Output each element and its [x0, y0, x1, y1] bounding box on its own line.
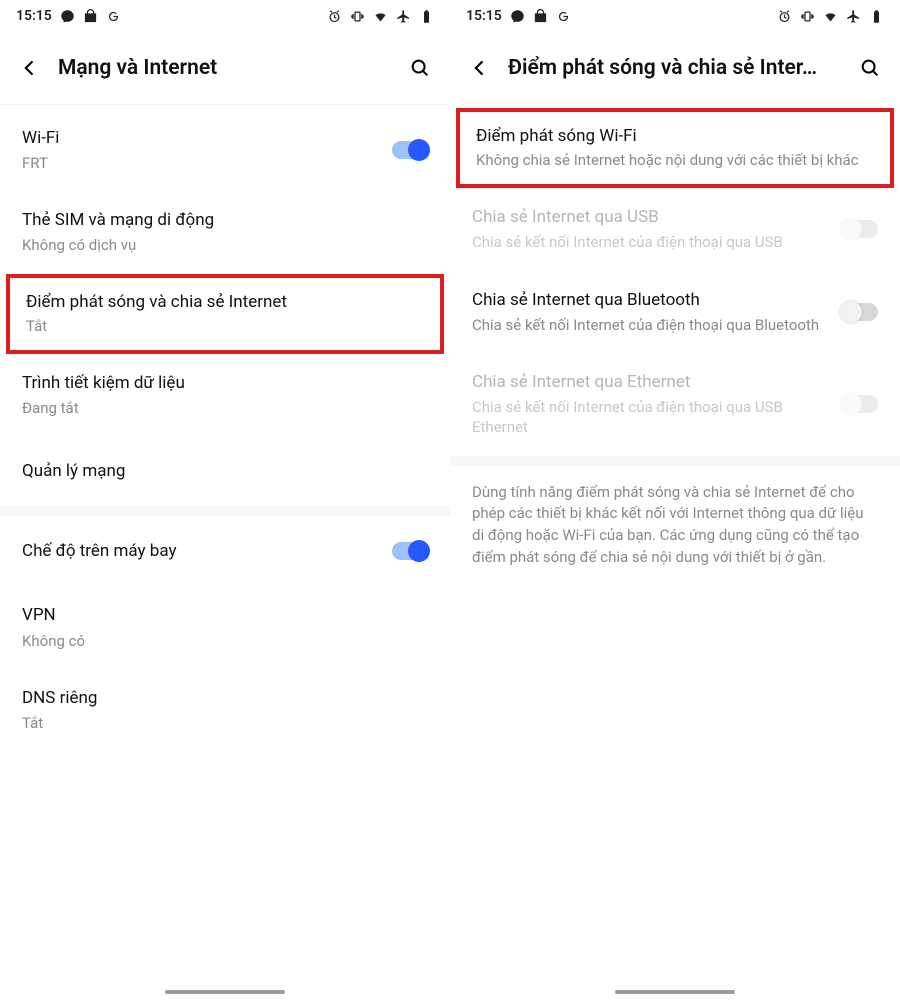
item-subtitle: Đang tắt — [22, 398, 428, 418]
item-subtitle: Chia sẻ kết nối Internet của điện thoại … — [472, 397, 878, 438]
status-time: 15:15 — [16, 8, 52, 24]
page-title: Điểm phát sóng và chia sẻ Inter… — [508, 56, 838, 80]
battery-icon — [419, 9, 434, 24]
network-management-item[interactable]: Quản lý mạng — [0, 436, 450, 506]
wifi-hotspot-item-highlighted[interactable]: Điểm phát sóng Wi-Fi Không chia sẻ Inter… — [456, 108, 894, 188]
item-subtitle: Không có — [22, 631, 428, 651]
hotspot-tethering-panel: 15:15 Điểm phát sóng và chia sẻ Inter… Đ… — [450, 0, 900, 1000]
battery-icon — [869, 9, 884, 24]
wifi-icon — [373, 9, 388, 24]
airplane-item[interactable]: Chế độ trên máy bay — [0, 516, 450, 586]
airplane-icon — [396, 9, 411, 24]
back-button[interactable] — [16, 54, 44, 82]
vibrate-icon — [350, 9, 365, 24]
item-subtitle: FRT — [22, 153, 428, 173]
hotspot-item-highlighted[interactable]: Điểm phát sóng và chia sẻ Internet Tắt — [6, 274, 444, 354]
item-title: Chia sẻ Internet qua USB — [472, 206, 878, 228]
status-time: 15:15 — [466, 8, 502, 24]
item-title: Wi-Fi — [22, 127, 428, 149]
usb-tethering-item: Chia sẻ Internet qua USB Chia sẻ kết nối… — [450, 188, 900, 270]
messenger-icon — [60, 9, 75, 24]
sim-item[interactable]: Thẻ SIM và mạng di động Không có dịch vụ — [0, 191, 450, 273]
item-subtitle: Tắt — [22, 713, 428, 733]
usb-tethering-toggle — [842, 220, 878, 238]
item-title: Chia sẻ Internet qua Ethernet — [472, 371, 878, 393]
g-icon — [106, 9, 121, 24]
airplane-icon — [846, 9, 861, 24]
item-title: Điểm phát sóng và chia sẻ Internet — [26, 292, 424, 312]
item-subtitle: Chia sẻ kết nối Internet của điện thoại … — [472, 315, 878, 335]
bluetooth-tethering-toggle[interactable] — [842, 303, 878, 321]
status-bar: 15:15 — [450, 0, 900, 32]
wifi-toggle[interactable] — [392, 141, 428, 159]
item-title: Quản lý mạng — [22, 460, 428, 482]
g-icon — [556, 9, 571, 24]
vpn-item[interactable]: VPN Không có — [0, 586, 450, 668]
item-subtitle: Tắt — [26, 316, 424, 336]
item-title: Chia sẻ Internet qua Bluetooth — [472, 289, 878, 311]
datasaver-item[interactable]: Trình tiết kiệm dữ liệu Đang tắt — [0, 354, 450, 436]
title-bar: Mạng và Internet — [0, 32, 450, 104]
messenger-icon — [510, 9, 525, 24]
wifi-item[interactable]: Wi-Fi FRT — [0, 109, 450, 191]
vibrate-icon — [800, 9, 815, 24]
search-button[interactable] — [852, 50, 888, 86]
item-title: Trình tiết kiệm dữ liệu — [22, 372, 428, 394]
airplane-toggle[interactable] — [392, 542, 428, 560]
gesture-hint — [165, 990, 285, 994]
back-button[interactable] — [466, 54, 494, 82]
item-subtitle: Không chia sẻ Internet hoặc nội dung với… — [476, 150, 874, 170]
ethernet-tethering-toggle — [842, 395, 878, 413]
bluetooth-tethering-item[interactable]: Chia sẻ Internet qua Bluetooth Chia sẻ k… — [450, 271, 900, 353]
alarm-icon — [327, 9, 342, 24]
wifi-icon — [823, 9, 838, 24]
bag-icon — [533, 9, 548, 24]
title-bar: Điểm phát sóng và chia sẻ Inter… — [450, 32, 900, 104]
item-title: Thẻ SIM và mạng di động — [22, 209, 428, 231]
item-subtitle: Chia sẻ kết nối Internet của điện thoại … — [472, 232, 878, 252]
help-text: Dùng tính năng điểm phát sóng và chia sẻ… — [450, 466, 900, 585]
settings-list: Wi-Fi FRT Thẻ SIM và mạng di động Không … — [0, 105, 450, 1000]
gesture-hint — [615, 990, 735, 994]
status-bar: 15:15 — [0, 0, 450, 32]
item-subtitle: Không có dịch vụ — [22, 235, 428, 255]
settings-network-panel: 15:15 Mạng và Internet Wi-Fi FRT — [0, 0, 450, 1000]
tethering-list: Điểm phát sóng Wi-Fi Không chia sẻ Inter… — [450, 104, 900, 1000]
search-button[interactable] — [402, 50, 438, 86]
item-title: Chế độ trên máy bay — [22, 540, 428, 562]
item-title: Điểm phát sóng Wi-Fi — [476, 126, 874, 146]
item-title: VPN — [22, 604, 428, 626]
ethernet-tethering-item: Chia sẻ Internet qua Ethernet Chia sẻ kế… — [450, 353, 900, 456]
bag-icon — [83, 9, 98, 24]
item-title: DNS riêng — [22, 687, 428, 709]
dns-item[interactable]: DNS riêng Tắt — [0, 669, 450, 751]
page-title: Mạng và Internet — [58, 56, 388, 80]
alarm-icon — [777, 9, 792, 24]
